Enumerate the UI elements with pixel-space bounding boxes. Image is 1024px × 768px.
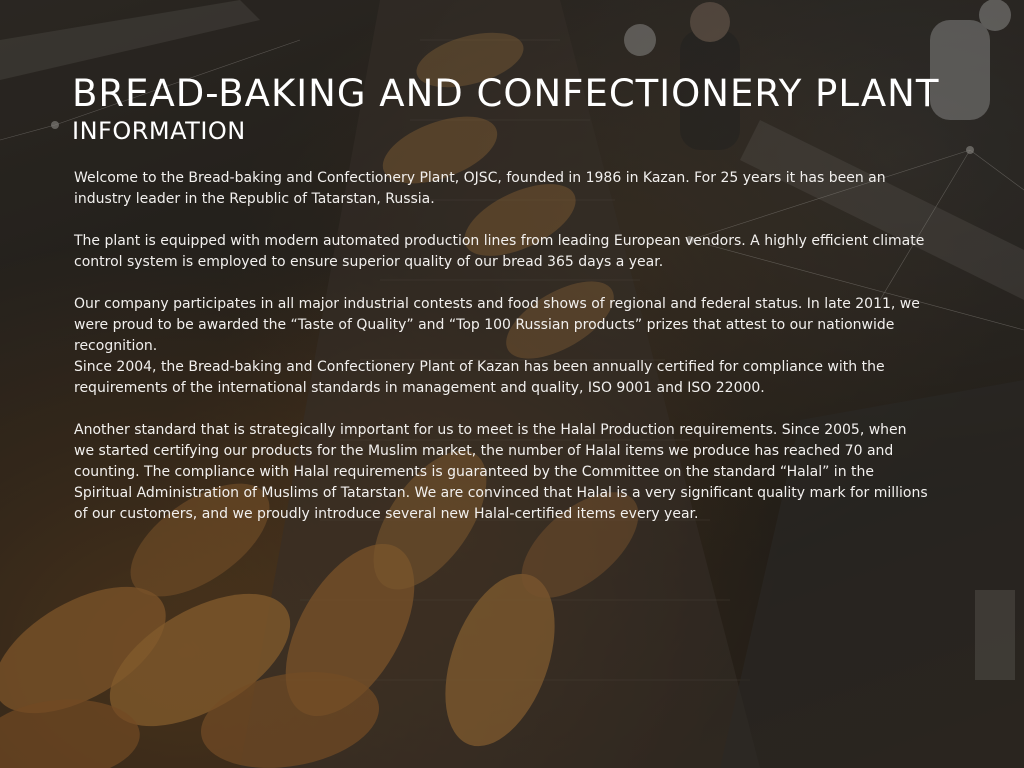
page-title: BREAD-BAKING AND CONFECTIONERY PLANT xyxy=(72,72,940,115)
paragraph-intro: Welcome to the Bread-baking and Confecti… xyxy=(74,170,886,207)
main-content: BREAD-BAKING AND CONFECTIONERY PLANT INF… xyxy=(72,72,940,525)
page: BREAD-BAKING AND CONFECTIONERY PLANT INF… xyxy=(0,0,1024,768)
paragraph-equipment: The plant is equipped with modern automa… xyxy=(74,233,925,270)
paragraph-halal: Another standard that is strategically i… xyxy=(74,422,928,522)
paragraph-iso-certification: Since 2004, the Bread-baking and Confect… xyxy=(74,359,885,396)
page-subtitle: INFORMATION xyxy=(72,117,246,145)
info-text: Welcome to the Bread-baking and Confecti… xyxy=(72,168,930,525)
paragraph-awards: Our company participates in all major in… xyxy=(74,296,920,354)
